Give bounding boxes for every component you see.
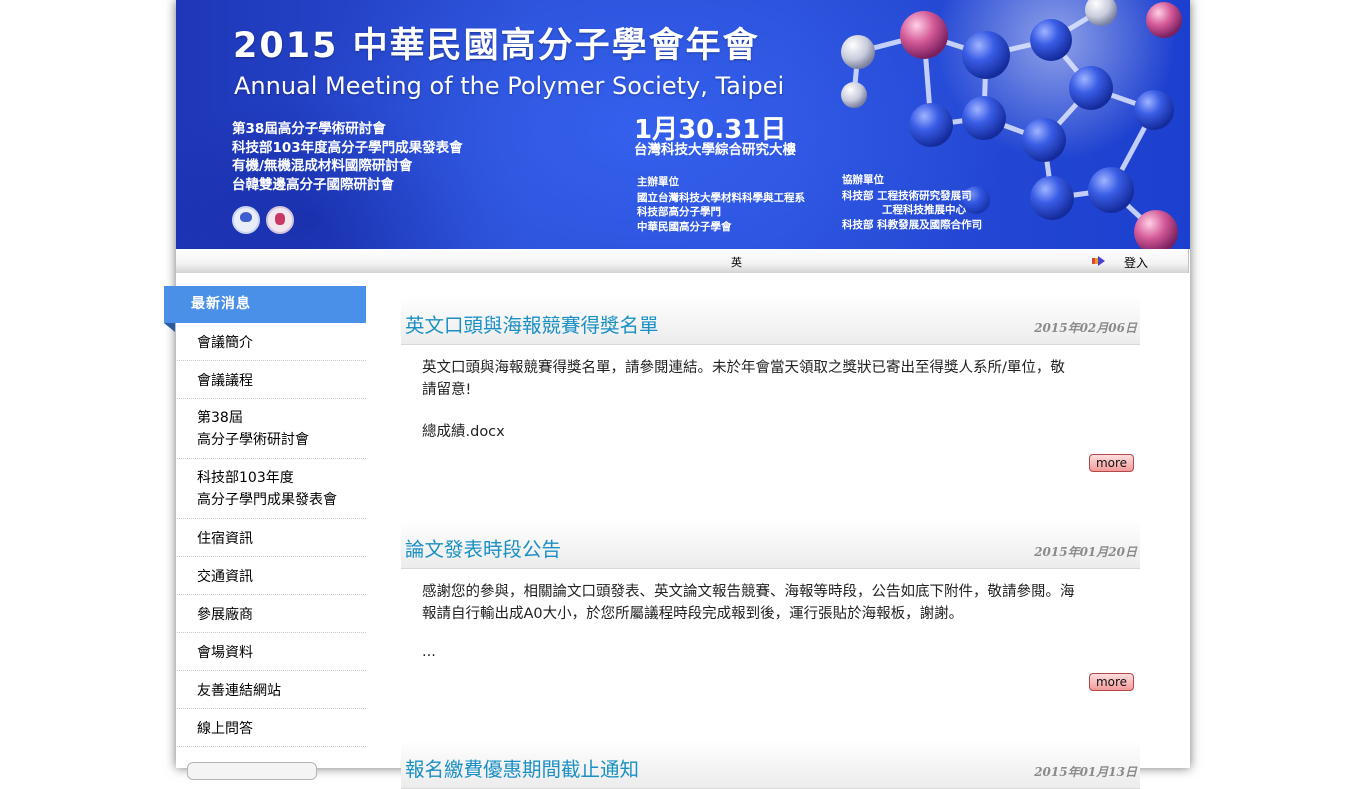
university-logo-icon	[266, 206, 294, 234]
post-title-link[interactable]: 論文發表時段公告	[405, 533, 561, 562]
sidebar-item-symposium[interactable]: 第38屆 高分子學術研討會	[177, 399, 366, 459]
banner-event-list: 第38屆高分子學術研討會 科技部103年度高分子學門成果發表會 有機/無機混成材…	[232, 120, 463, 194]
attachment-link[interactable]: 總成績.docx	[422, 422, 1122, 444]
sidebar-bottom-button[interactable]	[187, 762, 317, 780]
arrow-login-icon[interactable]	[1092, 256, 1106, 266]
news-post: 論文發表時段公告 2015年01月20日 感謝您的參與，相關論文口頭發表、英文論…	[401, 520, 1140, 720]
news-post: 報名繳費優惠期間截止通知 2015年01月13日	[401, 740, 1140, 789]
sidebar-item-label: 住宿資訊	[197, 530, 253, 547]
organizer: 國立台灣科技大學材料科學與工程系	[637, 191, 805, 204]
organizers-block: 主辦單位 國立台灣科技大學材料科學與工程系 科技部高分子學門 中華民國高分子學會	[637, 175, 805, 234]
sidebar-item-venue-info[interactable]: 會場資料	[177, 633, 366, 671]
sidebar-item-label: 第38屆	[197, 409, 243, 426]
sidebar-item-accommodation[interactable]: 住宿資訊	[177, 519, 366, 557]
sidebar-item-label: 友善連結網站	[197, 682, 281, 699]
news-post: 英文口頭與海報競賽得獎名單 2015年02月06日 英文口頭與海報競賽得獎名單，…	[401, 296, 1140, 496]
post-date: 2015年01月20日	[1034, 545, 1137, 559]
co-organizers-block: 協辦單位 科技部 工程技術研究發展司 工程科技推展中心 科技部 科教發展及國際合…	[842, 173, 982, 232]
more-button[interactable]: more	[1089, 673, 1134, 691]
top-nav-bar: 英 登入	[176, 249, 1189, 273]
sidebar-item-label: 高分子學術研討會	[197, 431, 309, 448]
banner-venue: 台灣科技大學綜合研究大樓	[634, 142, 796, 158]
post-date: 2015年02月06日	[1034, 321, 1137, 335]
post-date: 2015年01月13日	[1034, 765, 1137, 779]
post-header: 英文口頭與海報競賽得獎名單 2015年02月06日	[401, 296, 1140, 345]
post-text: 英文口頭與海報競賽得獎名單，請參閱連結。未於年會當天領取之獎狀已寄出至得獎人系所…	[422, 360, 1065, 376]
post-header: 論文發表時段公告 2015年01月20日	[401, 520, 1140, 569]
post-body: 英文口頭與海報競賽得獎名單，請參閱連結。未於年會當天領取之獎狀已寄出至得獎人系所…	[422, 358, 1122, 444]
language-switch-link[interactable]: 英	[731, 254, 742, 270]
banner-event: 有機/無機混成材料國際研討會	[232, 158, 413, 174]
sidebar-item-transportation[interactable]: 交通資訊	[177, 557, 366, 595]
sidebar-item-label: 線上問答	[197, 720, 253, 737]
post-text: 請留意!	[422, 381, 472, 398]
co-organizers-heading: 協辦單位	[842, 174, 884, 186]
post-header: 報名繳費優惠期間截止通知 2015年01月13日	[401, 740, 1140, 789]
organizer: 科技部高分子學門	[637, 206, 721, 218]
sidebar-item-exhibitors[interactable]: 參展廠商	[177, 595, 366, 633]
sidebar-item-results-presentation[interactable]: 科技部103年度 高分子學門成果發表會	[177, 459, 366, 519]
sidebar-item-faq[interactable]: 線上問答	[177, 709, 366, 747]
sidebar-item-latest-news[interactable]: 最新消息	[164, 286, 366, 323]
sidebar-item-label: 高分子學門成果發表會	[197, 491, 337, 508]
more-button[interactable]: more	[1089, 454, 1134, 472]
sidebar-menu: 會議簡介 會議議程 第38屆 高分子學術研討會 科技部103年度 高分子學門成果…	[177, 323, 366, 747]
login-link[interactable]: 登入	[1124, 254, 1148, 271]
sidebar-ribbon-fold	[164, 323, 175, 332]
post-ellipsis: ...	[422, 644, 436, 660]
society-logo-icon	[232, 206, 260, 234]
sidebar-item-label: 參展廠商	[197, 606, 253, 623]
header-banner: 2015 中華民國高分子學會年會 Annual Meeting of the P…	[176, 0, 1190, 249]
banner-event: 台韓雙邊高分子國際研討會	[232, 176, 394, 193]
sidebar-item-conference-intro[interactable]: 會議簡介	[177, 323, 366, 361]
banner-event: 第38屆高分子學術研討會	[232, 121, 386, 137]
post-title-link[interactable]: 英文口頭與海報競賽得獎名單	[405, 309, 659, 338]
banner-event: 科技部103年度高分子學門成果發表會	[232, 139, 463, 156]
sidebar-item-label: 科技部103年度	[197, 469, 294, 486]
banner-title: 2015 中華民國高分子學會年會	[233, 26, 760, 66]
co-organizer: 工程科技推展中心	[882, 204, 966, 216]
sidebar-item-label: 交通資訊	[197, 568, 253, 585]
sidebar-item-links[interactable]: 友善連結網站	[177, 671, 366, 709]
co-organizer: 科技部 科教發展及國際合作司	[842, 218, 983, 231]
sidebar-item-label: 會議簡介	[197, 334, 253, 351]
sidebar-item-agenda[interactable]: 會議議程	[177, 361, 366, 399]
sidebar-item-label: 會場資料	[197, 644, 253, 661]
organizers-heading: 主辦單位	[637, 176, 679, 188]
post-text: 感謝您的參與，相關論文口頭發表、英文論文報告競賽、海報等時段，公告如底下附件，敬…	[422, 584, 1075, 600]
sidebar-item-label: 會議議程	[197, 372, 253, 389]
post-text: 報請自行輸出成A0大小，於您所屬議程時段完成報到後，運行張貼於海報板，謝謝。	[422, 605, 964, 622]
banner-subtitle: Annual Meeting of the Polymer Society, T…	[234, 72, 785, 100]
co-organizer: 科技部 工程技術研究發展司	[842, 189, 972, 202]
organizer: 中華民國高分子學會	[637, 220, 732, 233]
post-body: 感謝您的參與，相關論文口頭發表、英文論文報告競賽、海報等時段，公告如底下附件，敬…	[422, 582, 1122, 664]
